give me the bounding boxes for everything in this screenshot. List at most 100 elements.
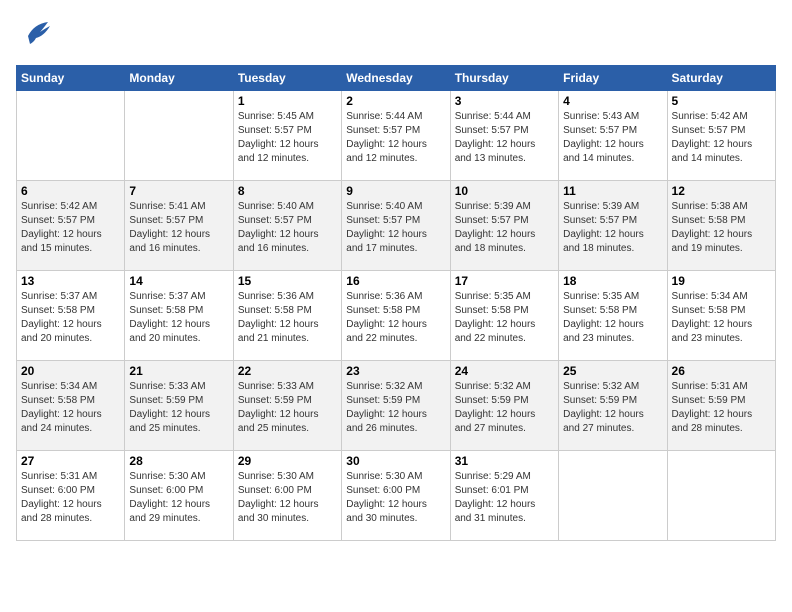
day-info: Sunrise: 5:32 AM Sunset: 5:59 PM Dayligh… xyxy=(346,380,445,436)
calendar-week-5: 27Sunrise: 5:31 AM Sunset: 6:00 PM Dayli… xyxy=(17,451,776,541)
day-number: 24 xyxy=(455,364,554,378)
calendar-cell: 13 Sunrise: 5:37 AM Sunset: 5:58 PM Dayli… xyxy=(17,271,125,361)
calendar-week-1: 1 Sunrise: 5:45 AM Sunset: 5:57 PM Daylig… xyxy=(17,91,776,181)
calendar-cell: 21 Sunrise: 5:33 AM Sunset: 5:59 PM Dayli… xyxy=(125,361,233,451)
calendar-cell: 14Sunrise: 5:37 AM Sunset: 5:58 PM Dayli… xyxy=(125,271,233,361)
calendar-cell: 19 Sunrise: 5:34 AM Sunset: 5:58 PM Dayli… xyxy=(667,271,775,361)
calendar-cell: 12 Sunrise: 5:38 AM Sunset: 5:58 PM Dayli… xyxy=(667,181,775,271)
day-info: Sunrise: 5:37 AM Sunset: 5:58 PM Dayligh… xyxy=(21,290,120,346)
day-number: 11 xyxy=(563,184,662,198)
day-info: Sunrise: 5:42 AM Sunset: 5:57 PM Dayligh… xyxy=(21,200,120,256)
calendar-cell: 24 Sunrise: 5:32 AM Sunset: 5:59 PM Dayli… xyxy=(450,361,558,451)
day-number: 10 xyxy=(455,184,554,198)
day-number: 19 xyxy=(672,274,771,288)
column-header-wednesday: Wednesday xyxy=(342,66,450,91)
day-info: Sunrise: 5:41 AM Sunset: 5:57 PM Dayligh… xyxy=(129,200,228,256)
day-info: Sunrise: 5:36 AM Sunset: 5:58 PM Dayligh… xyxy=(346,290,445,346)
column-header-saturday: Saturday xyxy=(667,66,775,91)
day-info: Sunrise: 5:33 AM Sunset: 5:59 PM Dayligh… xyxy=(129,380,228,436)
column-header-tuesday: Tuesday xyxy=(233,66,341,91)
calendar-cell: 11 Sunrise: 5:39 AM Sunset: 5:57 PM Dayli… xyxy=(559,181,667,271)
day-number: 20 xyxy=(21,364,120,378)
calendar-cell: 25 Sunrise: 5:32 AM Sunset: 5:59 PM Dayli… xyxy=(559,361,667,451)
day-info: Sunrise: 5:40 AM Sunset: 5:57 PM Dayligh… xyxy=(238,200,337,256)
calendar-cell: 30Sunrise: 5:30 AM Sunset: 6:00 PM Dayli… xyxy=(342,451,450,541)
day-number: 18 xyxy=(563,274,662,288)
calendar-cell: 18 Sunrise: 5:35 AM Sunset: 5:58 PM Dayli… xyxy=(559,271,667,361)
day-number: 29 xyxy=(238,454,337,468)
day-number: 21 xyxy=(129,364,228,378)
calendar-cell: 17Sunrise: 5:35 AM Sunset: 5:58 PM Dayli… xyxy=(450,271,558,361)
day-number: 3 xyxy=(455,94,554,108)
day-number: 2 xyxy=(346,94,445,108)
day-info: Sunrise: 5:34 AM Sunset: 5:58 PM Dayligh… xyxy=(672,290,771,346)
day-number: 13 xyxy=(21,274,120,288)
day-number: 12 xyxy=(672,184,771,198)
logo xyxy=(16,16,52,53)
calendar-cell: 5 Sunrise: 5:42 AM Sunset: 5:57 PM Daylig… xyxy=(667,91,775,181)
day-info: Sunrise: 5:32 AM Sunset: 5:59 PM Dayligh… xyxy=(455,380,554,436)
logo-bird-icon xyxy=(20,16,52,53)
calendar-cell xyxy=(559,451,667,541)
day-info: Sunrise: 5:39 AM Sunset: 5:57 PM Dayligh… xyxy=(563,200,662,256)
calendar-header-row: SundayMondayTuesdayWednesdayThursdayFrid… xyxy=(17,66,776,91)
calendar-cell xyxy=(667,451,775,541)
day-info: Sunrise: 5:39 AM Sunset: 5:57 PM Dayligh… xyxy=(455,200,554,256)
day-number: 7 xyxy=(129,184,228,198)
calendar-cell: 26 Sunrise: 5:31 AM Sunset: 5:59 PM Dayli… xyxy=(667,361,775,451)
day-number: 9 xyxy=(346,184,445,198)
calendar-cell: 7 Sunrise: 5:41 AM Sunset: 5:57 PM Daylig… xyxy=(125,181,233,271)
day-number: 4 xyxy=(563,94,662,108)
calendar-cell: 23 Sunrise: 5:32 AM Sunset: 5:59 PM Dayli… xyxy=(342,361,450,451)
calendar-cell: 10 Sunrise: 5:39 AM Sunset: 5:57 PM Dayli… xyxy=(450,181,558,271)
calendar-cell xyxy=(17,91,125,181)
day-number: 22 xyxy=(238,364,337,378)
calendar-cell: 20Sunrise: 5:34 AM Sunset: 5:58 PM Dayli… xyxy=(17,361,125,451)
day-info: Sunrise: 5:38 AM Sunset: 5:58 PM Dayligh… xyxy=(672,200,771,256)
day-number: 1 xyxy=(238,94,337,108)
calendar-table: SundayMondayTuesdayWednesdayThursdayFrid… xyxy=(16,65,776,541)
calendar-cell: 1 Sunrise: 5:45 AM Sunset: 5:57 PM Daylig… xyxy=(233,91,341,181)
day-info: Sunrise: 5:31 AM Sunset: 5:59 PM Dayligh… xyxy=(672,380,771,436)
column-header-sunday: Sunday xyxy=(17,66,125,91)
calendar-cell: 4 Sunrise: 5:43 AM Sunset: 5:57 PM Daylig… xyxy=(559,91,667,181)
day-info: Sunrise: 5:30 AM Sunset: 6:00 PM Dayligh… xyxy=(346,470,445,526)
day-number: 23 xyxy=(346,364,445,378)
day-info: Sunrise: 5:43 AM Sunset: 5:57 PM Dayligh… xyxy=(563,110,662,166)
calendar-cell: 2 Sunrise: 5:44 AM Sunset: 5:57 PM Daylig… xyxy=(342,91,450,181)
calendar-week-3: 13 Sunrise: 5:37 AM Sunset: 5:58 PM Dayli… xyxy=(17,271,776,361)
day-number: 8 xyxy=(238,184,337,198)
day-info: Sunrise: 5:30 AM Sunset: 6:00 PM Dayligh… xyxy=(238,470,337,526)
day-info: Sunrise: 5:44 AM Sunset: 5:57 PM Dayligh… xyxy=(346,110,445,166)
column-header-friday: Friday xyxy=(559,66,667,91)
day-number: 25 xyxy=(563,364,662,378)
day-info: Sunrise: 5:35 AM Sunset: 5:58 PM Dayligh… xyxy=(455,290,554,346)
column-header-thursday: Thursday xyxy=(450,66,558,91)
day-info: Sunrise: 5:44 AM Sunset: 5:57 PM Dayligh… xyxy=(455,110,554,166)
day-info: Sunrise: 5:30 AM Sunset: 6:00 PM Dayligh… xyxy=(129,470,228,526)
calendar-cell: 3 Sunrise: 5:44 AM Sunset: 5:57 PM Daylig… xyxy=(450,91,558,181)
day-info: Sunrise: 5:40 AM Sunset: 5:57 PM Dayligh… xyxy=(346,200,445,256)
day-number: 14 xyxy=(129,274,228,288)
calendar-cell: 28Sunrise: 5:30 AM Sunset: 6:00 PM Dayli… xyxy=(125,451,233,541)
calendar-cell: 16Sunrise: 5:36 AM Sunset: 5:58 PM Dayli… xyxy=(342,271,450,361)
day-number: 31 xyxy=(455,454,554,468)
page-header xyxy=(16,16,776,53)
calendar-week-2: 6Sunrise: 5:42 AM Sunset: 5:57 PM Daylig… xyxy=(17,181,776,271)
day-info: Sunrise: 5:35 AM Sunset: 5:58 PM Dayligh… xyxy=(563,290,662,346)
day-info: Sunrise: 5:45 AM Sunset: 5:57 PM Dayligh… xyxy=(238,110,337,166)
day-info: Sunrise: 5:31 AM Sunset: 6:00 PM Dayligh… xyxy=(21,470,120,526)
day-number: 26 xyxy=(672,364,771,378)
calendar-cell: 9 Sunrise: 5:40 AM Sunset: 5:57 PM Daylig… xyxy=(342,181,450,271)
calendar-week-4: 20Sunrise: 5:34 AM Sunset: 5:58 PM Dayli… xyxy=(17,361,776,451)
calendar-cell: 29 Sunrise: 5:30 AM Sunset: 6:00 PM Dayli… xyxy=(233,451,341,541)
calendar-cell: 27Sunrise: 5:31 AM Sunset: 6:00 PM Dayli… xyxy=(17,451,125,541)
day-info: Sunrise: 5:36 AM Sunset: 5:58 PM Dayligh… xyxy=(238,290,337,346)
day-number: 15 xyxy=(238,274,337,288)
calendar-cell: 31Sunrise: 5:29 AM Sunset: 6:01 PM Dayli… xyxy=(450,451,558,541)
calendar-cell: 6Sunrise: 5:42 AM Sunset: 5:57 PM Daylig… xyxy=(17,181,125,271)
day-info: Sunrise: 5:32 AM Sunset: 5:59 PM Dayligh… xyxy=(563,380,662,436)
calendar-cell xyxy=(125,91,233,181)
day-info: Sunrise: 5:42 AM Sunset: 5:57 PM Dayligh… xyxy=(672,110,771,166)
day-number: 5 xyxy=(672,94,771,108)
